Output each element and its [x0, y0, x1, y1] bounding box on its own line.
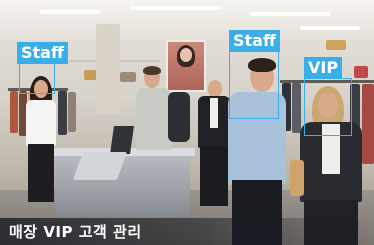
fashion-poster — [166, 40, 206, 92]
store-photo: Staff Staff VIP 매장 VIP 고객 관리 — [0, 0, 374, 245]
store-ceiling — [0, 0, 374, 40]
vip-label: VIP — [304, 57, 343, 79]
monitor — [110, 126, 134, 154]
caption-text: 매장 VIP 고객 관리 — [9, 223, 142, 241]
staff-center-label: Staff — [229, 30, 280, 52]
staff-left-detection-box — [19, 62, 55, 94]
staff-center-detection-box — [229, 51, 279, 119]
staff-left-label: Staff — [17, 42, 68, 64]
vip-detection-box — [304, 78, 352, 136]
